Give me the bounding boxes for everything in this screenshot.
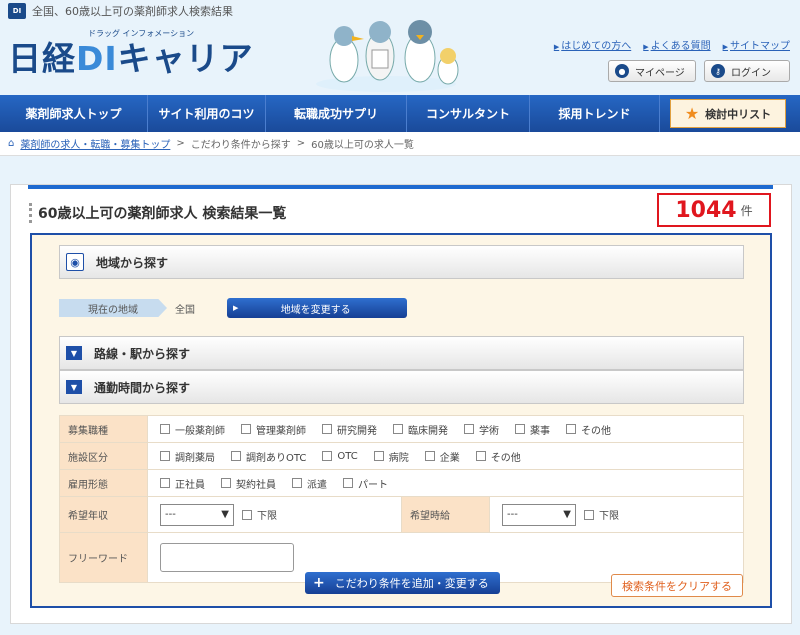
checkbox-manager-pharmacist[interactable]: 管理薬剤師 xyxy=(241,422,306,437)
home-icon: ⌂ xyxy=(8,138,15,149)
search-box: ◉ 地域から探す 現在の地域 全国 ▶ 地域を変更する ▼ 路線・駅から探す ▼… xyxy=(30,233,772,608)
login-button[interactable]: ⚷ ログイン xyxy=(704,60,790,82)
hourly-select[interactable]: --- ▼ xyxy=(502,503,576,526)
checkbox-parttime[interactable]: パート xyxy=(343,476,388,491)
logo-text: 日経DIキャリア xyxy=(8,39,254,78)
change-region-button[interactable]: ▶ 地域を変更する xyxy=(227,298,407,318)
checkbox-otc[interactable]: OTC xyxy=(322,451,358,462)
page-tagline: 全国、60歳以上可の薬剤師求人検索結果 xyxy=(32,5,233,18)
breadcrumb-step2: こだわり条件から探す xyxy=(190,140,291,151)
user-icon: ● xyxy=(615,64,629,78)
checkbox-hourly-lower[interactable]: 下限 xyxy=(584,507,619,522)
checkbox-job-other[interactable]: その他 xyxy=(566,422,611,437)
expand-arrow-icon: ▼ xyxy=(66,380,82,394)
checkbox-dispensing-pharmacy[interactable]: 調剤薬局 xyxy=(160,449,215,464)
checkbox-dispatch[interactable]: 派遣 xyxy=(292,476,327,491)
clear-conditions-button[interactable]: 検索条件をクリアする xyxy=(611,574,743,597)
checkbox-fulltime[interactable]: 正社員 xyxy=(160,476,205,491)
mini-logo: DI xyxy=(8,3,26,19)
region-value: 全国 xyxy=(175,304,195,316)
filter-table: 募集職種 一般薬剤師 管理薬剤師 研究開発 臨床開発 学術 薬事 その他 施設区… xyxy=(59,415,744,583)
result-count: 1044 件 xyxy=(657,193,771,227)
header-buttons: ● マイページ ⚷ ログイン xyxy=(608,60,790,82)
favorites-list-button[interactable]: ★ 検討中リスト xyxy=(670,99,786,128)
nav-item-consultant[interactable]: コンサルタント xyxy=(407,95,530,132)
checkbox-hospital[interactable]: 病院 xyxy=(373,449,409,464)
breadcrumb: ⌂ 薬剤師の求人・転職・募集トップ > こだわり条件から探す > 60歳以上可の… xyxy=(0,132,800,156)
header-links: ▶ はじめての方へ ▶ よくある質問 ▶ サイトマップ xyxy=(554,37,790,52)
breadcrumb-current: 60歳以上可の求人一覧 xyxy=(311,140,414,151)
link-sitemap[interactable]: ▶ サイトマップ xyxy=(723,37,790,52)
link-beginners[interactable]: ▶ はじめての方へ xyxy=(554,37,631,52)
page-title: 60歳以上可の薬剤師求人 検索結果一覧 xyxy=(29,203,286,223)
add-conditions-button[interactable]: + こだわり条件を追加・変更する xyxy=(305,572,500,594)
checkbox-dispensing-otc[interactable]: 調剤ありOTC xyxy=(231,449,306,464)
logo-subtitle: ドラッグ インフォメーション xyxy=(88,29,195,38)
freeword-input[interactable] xyxy=(160,543,294,572)
checkbox-general-pharmacist[interactable]: 一般薬剤師 xyxy=(160,422,225,437)
checkbox-academic[interactable]: 学術 xyxy=(464,422,499,437)
chevron-down-icon: ▼ xyxy=(563,509,571,520)
region-label: 現在の地域 xyxy=(59,299,167,317)
filter-row-salary: 希望年収 --- ▼ 下限 希望時給 --- ▼ 下限 xyxy=(59,496,744,533)
results-panel: 60歳以上可の薬剤師求人 検索結果一覧 1044 件 ◉ 地域から探す 現在の地… xyxy=(10,184,792,624)
star-icon: ★ xyxy=(684,104,700,123)
result-count-number: 1044 xyxy=(675,197,737,223)
chevron-down-icon: ▼ xyxy=(221,509,229,520)
region-row: 現在の地域 全国 ▶ 地域を変更する xyxy=(59,297,744,319)
checkbox-contract[interactable]: 契約社員 xyxy=(221,476,276,491)
nav-item-job-top[interactable]: 薬剤師求人トップ xyxy=(0,95,148,132)
plus-icon: + xyxy=(313,575,325,591)
site-logo[interactable]: ドラッグ インフォメーション 日経DIキャリア xyxy=(8,28,254,79)
link-faq[interactable]: ▶ よくある質問 xyxy=(643,37,710,52)
commute-section-header[interactable]: ▼ 通勤時間から探す xyxy=(59,370,744,404)
breadcrumb-home-link[interactable]: 薬剤師の求人・転職・募集トップ xyxy=(20,136,170,151)
checkbox-clinical[interactable]: 臨床開発 xyxy=(393,422,448,437)
checkbox-company[interactable]: 企業 xyxy=(424,449,460,464)
mypage-button[interactable]: ● マイページ xyxy=(608,60,696,82)
expand-arrow-icon: ▼ xyxy=(66,346,82,360)
salary-select[interactable]: --- ▼ xyxy=(160,503,234,526)
filter-row-facility: 施設区分 調剤薬局 調剤ありOTC OTC 病院 企業 その他 xyxy=(59,442,744,470)
checkbox-research[interactable]: 研究開発 xyxy=(322,422,377,437)
nav-item-success[interactable]: 転職成功サプリ xyxy=(266,95,407,132)
main-nav: 薬剤師求人トップ サイト利用のコツ 転職成功サプリ コンサルタント 採用トレンド… xyxy=(0,95,800,132)
location-pin-icon: ◉ xyxy=(66,253,84,271)
filter-row-job: 募集職種 一般薬剤師 管理薬剤師 研究開発 臨床開発 学術 薬事 その他 xyxy=(59,415,744,443)
panel-top-line xyxy=(28,185,773,189)
checkbox-salary-lower[interactable]: 下限 xyxy=(242,507,277,522)
site-header: ドラッグ インフォメーション 日経DIキャリア ▶ はじめての方へ ▶ よくある質問… xyxy=(0,20,800,95)
checkbox-regulatory[interactable]: 薬事 xyxy=(515,422,550,437)
nav-item-tips[interactable]: サイト利用のコツ xyxy=(148,95,266,132)
nav-item-trend[interactable]: 採用トレンド xyxy=(530,95,660,132)
filter-row-employment: 雇用形態 正社員 契約社員 派遣 パート xyxy=(59,469,744,497)
region-section-header[interactable]: ◉ 地域から探す xyxy=(59,245,744,279)
route-section-header[interactable]: ▼ 路線・駅から探す xyxy=(59,336,744,370)
penguin-mascots-illustration xyxy=(316,20,459,92)
checkbox-facility-other[interactable]: その他 xyxy=(475,449,521,464)
key-icon: ⚷ xyxy=(711,64,725,78)
